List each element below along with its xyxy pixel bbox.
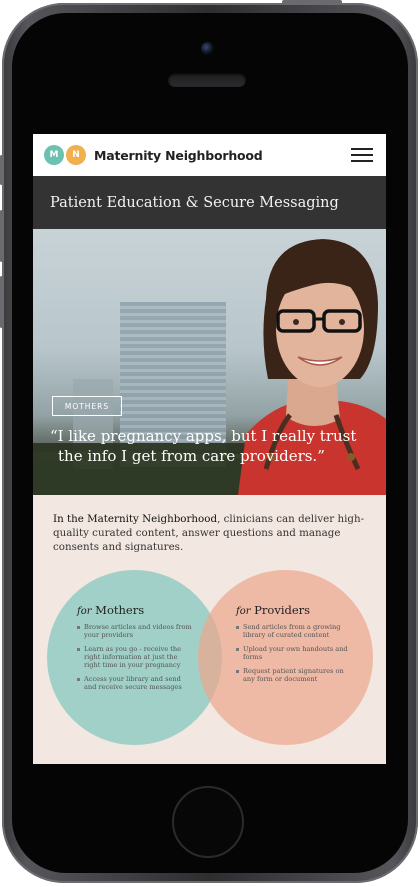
mothers-feature-list: Browse articles and videos from your pro… — [77, 623, 192, 691]
mothers-heading-prefix: for — [77, 606, 92, 617]
volume-down-button — [0, 276, 3, 328]
phone-screen: M N Maternity Neighborhood Patient Educa… — [33, 134, 386, 764]
intro-brand-inline: In the Maternity Neighborhood — [53, 513, 218, 525]
hamburger-menu-icon[interactable] — [351, 148, 373, 162]
providers-heading-prefix: for — [236, 606, 251, 617]
providers-feature-list: Send articles from a growing library of … — [236, 623, 351, 683]
mothers-heading-title: Mothers — [95, 603, 145, 617]
earpiece-speaker — [168, 73, 246, 87]
volume-up-button — [0, 210, 3, 262]
volume-button — [0, 155, 3, 185]
mothers-column: for Mothers Browse articles and videos f… — [77, 603, 192, 697]
intro-paragraph: In the Maternity Neighborhood, clinician… — [33, 495, 386, 554]
quote-line-1: “I like pregnancy apps, but I really tru… — [50, 427, 357, 445]
quote-line-2: the info I get from care providers.” — [58, 447, 325, 465]
top-navigation-bar: M N Maternity Neighborhood — [33, 134, 386, 176]
providers-heading-title: Providers — [254, 603, 311, 617]
mothers-heading: for Mothers — [77, 603, 192, 617]
page-title-bar: Patient Education & Secure Messaging — [33, 176, 386, 229]
power-button — [282, 0, 342, 4]
testimonial-quote: “I like pregnancy apps, but I really tru… — [50, 426, 370, 466]
list-item: Request patient signatures on any form o… — [236, 667, 351, 683]
front-camera-icon — [201, 42, 214, 55]
hero-banner: MOTHERS “I like pregnancy apps, but I re… — [33, 229, 386, 495]
providers-heading: for Providers — [236, 603, 351, 617]
list-item: Send articles from a growing library of … — [236, 623, 351, 639]
mothers-tag[interactable]: MOTHERS — [52, 396, 122, 416]
audience-venn-diagram: for Mothers Browse articles and videos f… — [33, 570, 386, 760]
list-item: Upload your own handouts and forms — [236, 645, 351, 661]
brand-name[interactable]: Maternity Neighborhood — [94, 148, 263, 163]
list-item: Learn as you go - receive the right info… — [77, 645, 192, 669]
providers-column: for Providers Send articles from a growi… — [236, 603, 351, 689]
list-item: Access your library and send and receive… — [77, 675, 192, 691]
logo-m-badge[interactable]: M — [44, 145, 64, 165]
list-item: Browse articles and videos from your pro… — [77, 623, 192, 639]
home-button[interactable] — [172, 786, 244, 858]
page-title: Patient Education & Secure Messaging — [50, 194, 339, 211]
logo-n-badge[interactable]: N — [66, 145, 86, 165]
